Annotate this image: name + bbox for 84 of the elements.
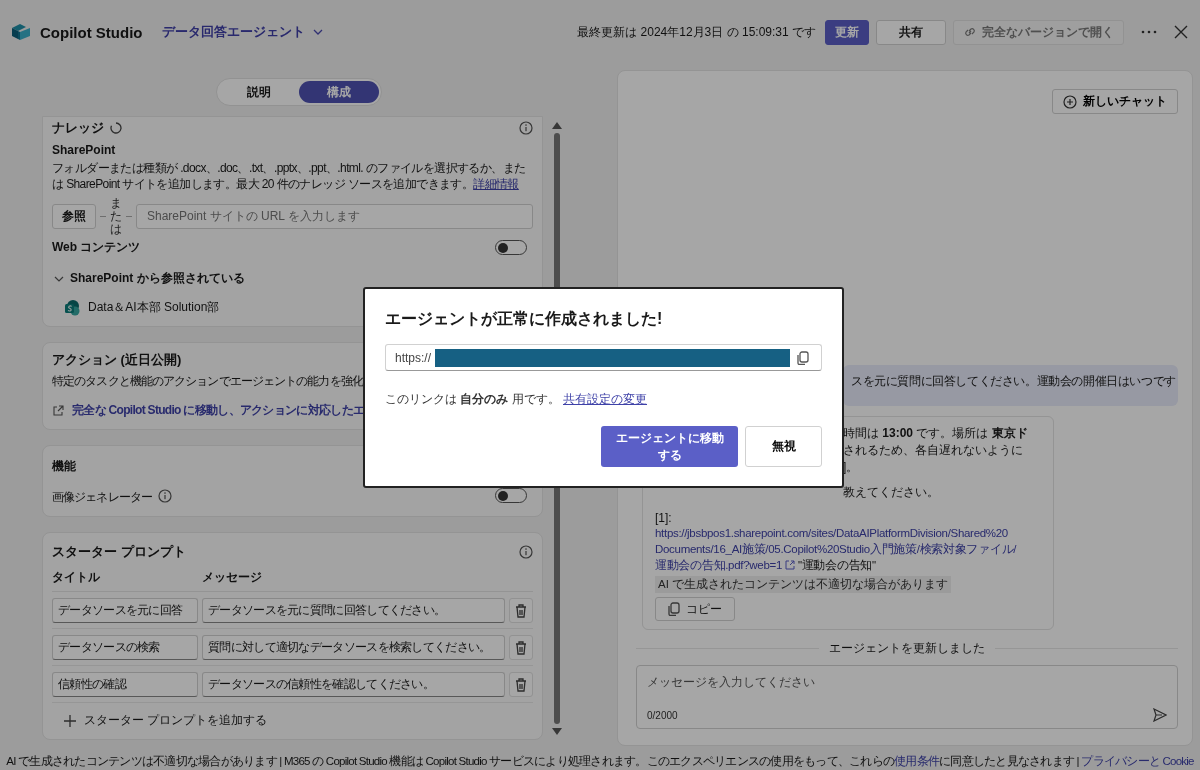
trash-icon <box>514 676 529 693</box>
prompt-message-field[interactable]: 質問に対して適切なデータソースを検索してください。 <box>202 635 506 661</box>
prompt-message-field[interactable]: データソースの信頼性を確認してください。 <box>202 672 506 698</box>
copy-button[interactable]: コピー <box>655 597 735 621</box>
message-input-field[interactable]: メッセージを入力してください <box>647 672 1167 692</box>
section-title: 機能 <box>52 458 76 476</box>
citation-link[interactable]: https://jbsbpos1.sharepoint.com/sites/DataAIPlatformDivision/Shared%20 <box>655 525 1008 541</box>
action-link[interactable]: 完全な Copilot Studio に移動し、アクションに対応したエ <box>72 402 365 420</box>
footer-text: AI で生成されたコンテンツは不適切な場合があります | M365 の Copilot Studio 機能は Copilot Studio サービスにより処理されます。このエクスペリエンスの使用をもって、これらの使用条件に同意したと見なされます | プライバシーと Cookie <box>5 754 1195 770</box>
spinner-icon <box>110 122 122 134</box>
site-name: Data＆AI本部 Solution部 <box>88 299 220 317</box>
url-input-field[interactable]: SharePoint サイトの URL を入力します <box>136 203 533 229</box>
field-label: SharePoint <box>52 143 116 157</box>
citation-link[interactable]: 運動会の告知.pdf?web=1 <box>655 557 782 573</box>
copy-icon <box>668 602 680 616</box>
info-icon <box>157 488 172 503</box>
close-icon[interactable] <box>1174 25 1188 39</box>
delete-button[interactable] <box>509 635 533 661</box>
citation-link[interactable]: Documents/16_AI施策/05.Copilot%20Studio入門施策/検索対象ファイル/ <box>655 541 1017 557</box>
share-settings-link[interactable]: 共有設定の変更 <box>563 392 647 406</box>
go-to-agent-button[interactable]: エージェントに移動する <box>601 426 738 467</box>
link-icon <box>963 25 977 39</box>
send-icon[interactable] <box>1153 708 1167 722</box>
message-text: 時間は 13:00 です。場所は 東京ド <box>843 425 1028 442</box>
message-input-box[interactable]: メッセージを入力してください 0/2000 <box>636 665 1178 729</box>
share-note-text: このリンクは 自分のみ 用です。 共有設定の変更 <box>385 391 647 408</box>
or-text: または <box>110 197 122 236</box>
agent-dropdown[interactable]: データ回答エージェント <box>158 21 328 43</box>
delete-button[interactable] <box>509 672 533 698</box>
toggle-switch[interactable] <box>495 488 527 504</box>
ai-notice: AI で生成されたコンテンツは不適切な場合があります <box>655 576 952 593</box>
link-field[interactable]: https:// <box>385 344 822 371</box>
group-label: SharePoint から参照されている <box>70 270 245 288</box>
site-icon <box>64 299 80 316</box>
url-text: https:// <box>395 350 432 365</box>
tab[interactable]: 説明 <box>219 81 299 103</box>
trash-icon <box>514 639 529 656</box>
copy-icon[interactable] <box>797 350 809 365</box>
prompt-title-field[interactable]: データソースを元に回答 <box>52 598 198 624</box>
column-header: メッセージ <box>202 569 262 587</box>
prompt-title-field[interactable]: 信頼性の確認 <box>52 672 198 698</box>
privacy-link[interactable]: プライバシーと Cookie <box>1081 755 1194 767</box>
new-chat-button[interactable]: 新しいチャット <box>1052 89 1178 114</box>
external-link-icon <box>785 560 795 570</box>
toggle-label: 画像ジェネレーター <box>52 489 152 507</box>
section-title: ナレッジ <box>52 119 104 137</box>
scroll-down-icon <box>552 728 562 735</box>
citation-label: [1]: <box>655 511 672 525</box>
info-icon <box>519 121 533 135</box>
header-button[interactable]: 共有 <box>876 19 946 45</box>
details-link[interactable]: 詳細情報 <box>473 177 519 192</box>
external-link-icon <box>52 404 64 417</box>
plus-icon <box>64 714 76 727</box>
message-text: 教えてください。 <box>843 484 939 501</box>
info-icon <box>519 545 533 560</box>
chevron-down-icon <box>313 29 324 35</box>
prompt-title-field[interactable]: データソースの検索 <box>52 635 198 661</box>
toggle-switch[interactable] <box>495 240 527 256</box>
prompt-message-field[interactable]: データソースを元に質問に回答してください。 <box>202 598 506 624</box>
browse-button[interactable]: 参照 <box>52 203 96 229</box>
delete-button[interactable] <box>509 598 533 624</box>
section-title: アクション (近日公開) <box>52 351 182 370</box>
more-icon[interactable] <box>1141 30 1157 34</box>
description-text: フォルダーまたは種類が .docx、.doc、.txt、.pptx、.ppt、.html. のファイルを選択するか、または SharePoint サイトを追加します。最大 20 件のナレッジ ソースを追加できます。詳細情報 <box>52 160 527 193</box>
citation-title: "運動会の告知" <box>798 558 876 573</box>
plus-circle-icon <box>1063 94 1077 109</box>
toggle-label: Web コンテンツ <box>52 239 141 257</box>
scroll-up-icon <box>552 122 562 129</box>
user-message: スを元に質問に回答してください。運動会の開催日はいつです <box>843 365 1178 406</box>
column-header: タイトル <box>52 569 101 587</box>
status-text: エージェントを更新しました <box>829 640 985 657</box>
add-prompt-button[interactable]: スターター プロンプトを追加する <box>52 712 280 730</box>
dialog-title: エージェントが正常に作成されました! <box>385 309 663 329</box>
dismiss-button[interactable]: 無視 <box>745 426 822 467</box>
section-title: スターター プロンプト <box>52 543 186 562</box>
terms-link[interactable]: 使用条件 <box>894 755 940 767</box>
character-count: 0/2000 <box>647 709 678 721</box>
tab[interactable]: 構成 <box>299 81 379 103</box>
last-updated-text: 最終更新は 2024年12月3日 の 15:09:31 です <box>577 23 816 41</box>
update-button[interactable]: 更新 <box>825 19 869 45</box>
message-text: されるため、各自遅れないように <box>843 442 1023 459</box>
app-name: Copilot Studio <box>40 23 143 41</box>
trash-icon <box>514 602 529 619</box>
app-logo <box>10 22 32 42</box>
